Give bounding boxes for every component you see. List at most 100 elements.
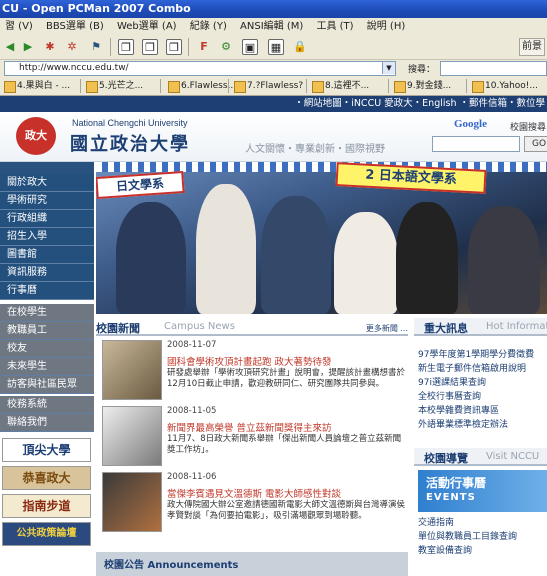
sidebar-item-alumni[interactable]: 校友 — [0, 340, 94, 358]
top-navigation[interactable]: ・網站地圖・iNCCU 愛政大・English ・郵件信箱・數位學 — [0, 96, 547, 112]
favorite-tab[interactable]: 5.光芒之... — [86, 79, 143, 94]
hot-info-subtitle: Hot Information — [486, 321, 547, 332]
sidebar-item-staff[interactable]: 教職員工 — [0, 322, 94, 340]
events-subtitle: EVENTS — [426, 492, 476, 503]
url-dropdown-icon[interactable]: ▼ — [382, 62, 395, 74]
news-thumbnail[interactable] — [102, 472, 162, 532]
congrats-banner[interactable]: 恭喜政大 — [2, 466, 91, 490]
menu-view[interactable]: 習 (V) — [5, 21, 33, 32]
university-name-zh[interactable]: 國立政治大學 — [70, 130, 190, 156]
news-headline[interactable]: 國科會學術攻頂計畫起跑 政大著勢待發 — [167, 354, 332, 368]
toolbar-separator — [188, 38, 189, 56]
menu-tools[interactable]: 工具 (T) — [316, 21, 353, 32]
news-item[interactable]: 2008-11-06 當傑李賓遇見文溫德斯 電影大師感性對談 政大傳院國大辦公室… — [102, 472, 408, 538]
favorite-tab[interactable]: 7.?Flawless? — [234, 79, 303, 94]
site-slogan: 人文關懷・專業創新・國際視野 — [245, 144, 385, 155]
news-thumbnail[interactable] — [102, 340, 162, 400]
favorite-tab[interactable]: 10.Yahoo!... — [472, 79, 538, 94]
favorite-tab[interactable]: 8.這裡不... — [312, 79, 369, 94]
settings-gear-icon[interactable]: ⚙ — [218, 39, 234, 55]
tab-separator — [80, 79, 81, 93]
sidebar-item-administration[interactable]: 行政組織 — [0, 210, 94, 228]
copy-icon[interactable]: ❐ — [118, 39, 134, 55]
trail-banner[interactable]: 指南步道 — [2, 494, 91, 518]
sidebar-item-future-students[interactable]: 未來學生 — [0, 358, 94, 376]
sidebar-item-it-services[interactable]: 資訊服務 — [0, 264, 94, 282]
news-summary: 研發處舉辦「學術攻頂研究計畫」說明會，提醒該計畫構想書於12月10日截止申請，歡… — [167, 368, 406, 389]
hero-person — [116, 202, 186, 314]
campus-search-label: 校園搜尋 — [510, 123, 547, 133]
public-policy-banner[interactable]: 公共政策論壇 — [2, 522, 91, 546]
menu-web[interactable]: Web選單 (A) — [117, 21, 177, 32]
hero-person — [196, 184, 256, 314]
visit-link[interactable]: 交通指南 — [418, 516, 547, 530]
site-header: 政大 National Chengchi University 國立政治大學 人… — [0, 112, 547, 162]
menu-bar: 習 (V) BBS選單 (B) Web選單 (A) 紀錄 (Y) ANSI編輯 … — [0, 18, 547, 35]
hot-info-link[interactable]: 全校行事曆查詢 — [418, 390, 547, 404]
hero-photo[interactable]: 日文學系 2 日本語文學系 — [96, 162, 547, 314]
sidebar-item-students[interactable]: 在校學生 — [0, 304, 94, 322]
campus-search-input[interactable] — [432, 136, 520, 152]
search-input[interactable] — [440, 61, 547, 76]
google-logo: Google — [454, 118, 487, 130]
news-summary: 政大傳院國大辦公室邀請德國新電影大師文溫德斯與台灣導演侯孝賢對談「為何要拍電影」… — [167, 500, 406, 521]
top-university-banner[interactable]: 頂尖大學 — [2, 438, 91, 462]
reconnect-icon[interactable]: ⚑ — [88, 39, 104, 55]
sidebar: 關於政大 學術研究 行政組織 招生入學 圖書館 資訊服務 行事曆 在校學生 教職… — [0, 162, 94, 576]
favorite-tab[interactable]: 6.Flawless... — [168, 79, 236, 94]
favorite-tab[interactable]: 4.果與白 - ... — [4, 79, 70, 94]
sidebar-item-calendar[interactable]: 行事曆 — [0, 282, 94, 300]
window-icon[interactable]: ▦ — [268, 39, 284, 55]
news-headline[interactable]: 當傑李賓遇見文溫德斯 電影大師感性對談 — [167, 486, 341, 500]
menu-log[interactable]: 紀錄 (Y) — [190, 21, 227, 32]
menu-help[interactable]: 說明 (H) — [367, 21, 406, 32]
hot-info-link[interactable]: 97i選課結果查詢 — [418, 376, 547, 390]
visit-link[interactable]: 單位與教職員工目錄查詢 — [418, 530, 547, 544]
news-thumbnail[interactable] — [102, 406, 162, 466]
favorite-tab[interactable]: 9.對金錢... — [394, 79, 451, 94]
hot-info-link[interactable]: 97學年度第1學期學分費徵費 — [418, 348, 547, 362]
news-item[interactable]: 2008-11-07 國科會學術攻頂計畫起跑 政大著勢待發 研發處舉辦「學術攻頂… — [102, 340, 408, 406]
campus-search-button[interactable]: GO — [524, 136, 547, 152]
forward-arrow-icon[interactable]: ▶ — [20, 39, 36, 55]
font-icon[interactable]: F — [196, 39, 212, 55]
paste-icon[interactable]: ❐ — [142, 39, 158, 55]
tab-separator — [306, 79, 307, 93]
news-item[interactable]: 2008-11-05 新聞界最高榮譽 普立茲新聞獎得主來訪 11月7、8日政大新… — [102, 406, 408, 472]
events-banner[interactable]: 活動行事曆 EVENTS — [418, 470, 547, 512]
sidebar-item-visitors[interactable]: 訪客與社區民眾 — [0, 376, 94, 394]
sidebar-top-bar — [0, 162, 94, 174]
search-label: 搜尋： — [408, 65, 436, 75]
copy-paste-icon[interactable]: ❐ — [166, 39, 182, 55]
news-headline[interactable]: 新聞界最高榮譽 普立茲新聞獎得主來訪 — [167, 420, 332, 434]
more-news-link[interactable]: 更多新聞 ... — [366, 323, 408, 334]
fullscreen-icon[interactable]: ▣ — [242, 39, 258, 55]
hot-info-link[interactable]: 本校學雜費資訊專區 — [418, 404, 547, 418]
university-seal-logo[interactable]: 政大 — [16, 117, 56, 155]
visit-title: 校園導覽 — [424, 452, 468, 465]
url-input[interactable]: http://www.nccu.edu.tw/ — [4, 61, 396, 76]
lock-icon[interactable]: 🔒 — [292, 39, 308, 55]
disconnect-icon[interactable]: ✲ — [64, 39, 80, 55]
sidebar-item-school-system[interactable]: 校務系統 — [0, 396, 94, 414]
menu-bbs[interactable]: BBS選單 (B) — [46, 21, 104, 32]
hot-info-link[interactable]: 外語畢業標準檢定辦法 — [418, 418, 547, 432]
sidebar-item-research[interactable]: 學術研究 — [0, 192, 94, 210]
events-title: 活動行事曆 — [426, 476, 487, 490]
news-summary: 11月7、8日政大新聞系舉辦「傑出新聞人員論壇之普立茲新聞獎工作坊」。 — [167, 434, 402, 455]
foreground-button[interactable]: 前景 — [519, 38, 545, 56]
address-bar: http://www.nccu.edu.tw/ ▼ 搜尋： — [0, 60, 547, 77]
menu-ansi-edit[interactable]: ANSI編輯 (M) — [240, 21, 303, 32]
hot-info-link[interactable]: 新生電子郵件信箱啟用說明 — [418, 362, 547, 376]
visit-link[interactable]: 教室設備查詢 — [418, 544, 547, 558]
sidebar-item-admissions[interactable]: 招生入學 — [0, 228, 94, 246]
hot-info-list: 97學年度第1學期學分費徵費 新生電子郵件信箱啟用說明 97i選課結果查詢 全校… — [418, 348, 547, 432]
sidebar-item-about[interactable]: 關於政大 — [0, 174, 94, 192]
sidebar-item-contact[interactable]: 聯絡我們 — [0, 414, 94, 432]
back-arrow-icon[interactable]: ◀ — [2, 39, 18, 55]
sidebar-item-library[interactable]: 圖書館 — [0, 246, 94, 264]
announcements-title: 校園公告 Announcements — [104, 560, 239, 571]
tab-separator — [466, 79, 467, 93]
connect-icon[interactable]: ✱ — [42, 39, 58, 55]
toolbar-separator — [110, 38, 111, 56]
